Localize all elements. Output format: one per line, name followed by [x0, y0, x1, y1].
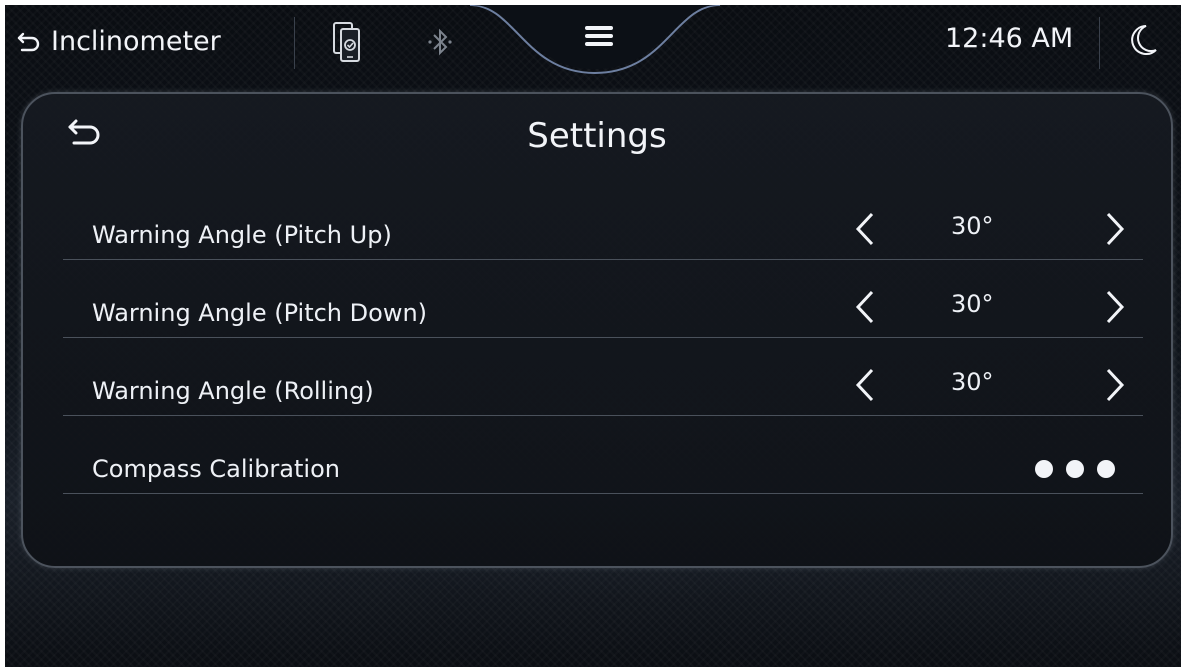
- back-to-inclinometer-button[interactable]: Inclinometer: [17, 23, 221, 59]
- setting-row-pitch-down: Warning Angle (Pitch Down) 30°: [63, 260, 1143, 338]
- dot: [1066, 460, 1084, 478]
- setting-value: 30°: [951, 368, 994, 396]
- setting-value: 30°: [951, 212, 994, 240]
- increase-chevron-icon[interactable]: [1105, 368, 1125, 402]
- increase-chevron-icon[interactable]: [1105, 212, 1125, 246]
- status-bar: Inclinometer 12:46 AM: [5, 5, 1181, 81]
- screen: Inclinometer 12:46 AM Settings Warning A…: [5, 5, 1181, 667]
- moon-icon[interactable]: [1128, 23, 1158, 57]
- setting-label: Warning Angle (Rolling): [92, 377, 374, 405]
- app-title: Inclinometer: [51, 25, 221, 57]
- more-options-icon[interactable]: [1035, 460, 1115, 478]
- setting-label: Compass Calibration: [92, 455, 340, 483]
- setting-row-compass-calibration[interactable]: Compass Calibration: [63, 416, 1143, 494]
- bluetooth-icon[interactable]: [427, 25, 453, 59]
- menu-icon[interactable]: [583, 23, 615, 49]
- status-divider: [294, 17, 295, 69]
- status-divider: [1099, 17, 1100, 69]
- increase-chevron-icon[interactable]: [1105, 290, 1125, 324]
- phone-connected-icon[interactable]: [332, 21, 362, 65]
- decrease-chevron-icon[interactable]: [855, 290, 875, 324]
- decrease-chevron-icon[interactable]: [855, 212, 875, 246]
- back-arrow-icon: [17, 32, 40, 52]
- page-title: Settings: [527, 116, 667, 156]
- row-divider: [63, 493, 1143, 494]
- setting-label: Warning Angle (Pitch Down): [92, 299, 428, 327]
- dot: [1035, 460, 1053, 478]
- decrease-chevron-icon[interactable]: [855, 368, 875, 402]
- setting-row-rolling: Warning Angle (Rolling) 30°: [63, 338, 1143, 416]
- dot: [1097, 460, 1115, 478]
- clock: 12:46 AM: [945, 23, 1074, 54]
- setting-label: Warning Angle (Pitch Up): [92, 221, 392, 249]
- setting-row-pitch-up: Warning Angle (Pitch Up) 30°: [63, 182, 1143, 260]
- setting-value: 30°: [951, 290, 994, 318]
- settings-panel: Settings Warning Angle (Pitch Up) 30° Wa…: [21, 92, 1173, 568]
